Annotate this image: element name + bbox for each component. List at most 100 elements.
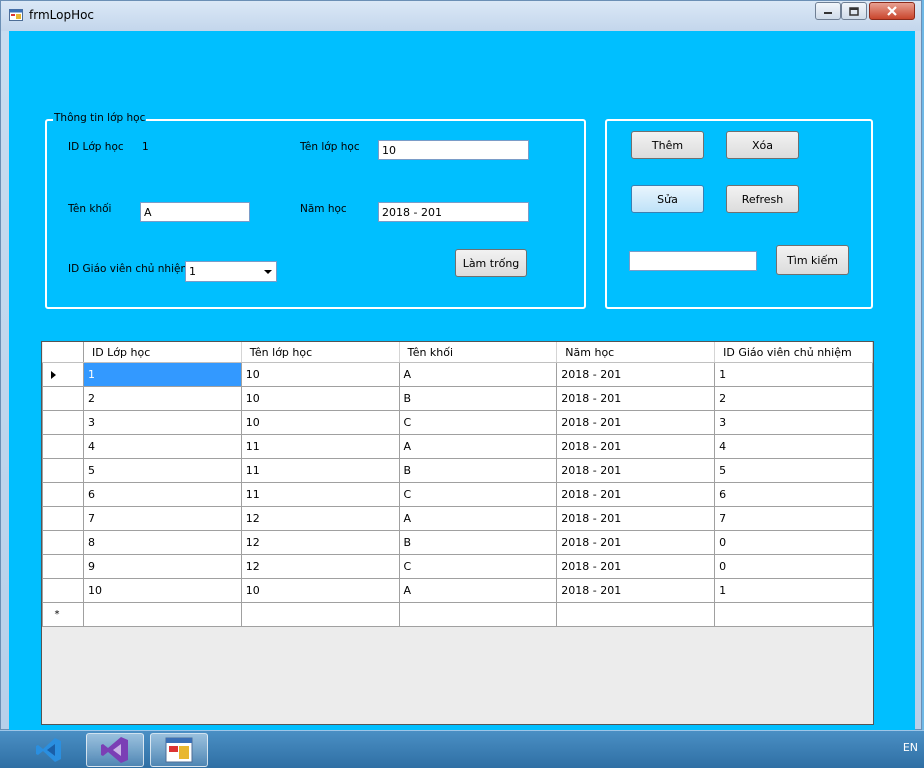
table-cell[interactable] bbox=[240, 602, 400, 627]
table-cell[interactable]: 5 bbox=[714, 458, 873, 483]
table-cell[interactable]: 8 bbox=[82, 530, 242, 555]
table-cell[interactable]: 10 bbox=[240, 362, 400, 387]
table-cell[interactable]: 9 bbox=[82, 554, 242, 579]
column-header[interactable]: ID Giáo viên chủ nhiệm bbox=[714, 342, 873, 363]
row-header[interactable] bbox=[42, 482, 84, 507]
table-cell[interactable]: 2018 - 201 bbox=[556, 530, 716, 555]
table-cell[interactable]: 3 bbox=[714, 410, 873, 435]
taskbar-visual-studio[interactable] bbox=[86, 733, 144, 767]
taskbar-winform-app[interactable] bbox=[150, 733, 208, 767]
table-cell[interactable]: B bbox=[398, 458, 558, 483]
table-cell[interactable]: 2018 - 201 bbox=[556, 362, 716, 387]
table-cell[interactable]: 7 bbox=[714, 506, 873, 531]
column-header[interactable]: Tên lớp học bbox=[241, 342, 400, 363]
row-header[interactable] bbox=[42, 410, 84, 435]
column-header[interactable]: ID Lớp học bbox=[83, 342, 242, 363]
class-name-field[interactable]: 10 bbox=[378, 140, 529, 160]
table-cell[interactable]: 1 bbox=[82, 362, 242, 387]
dropdown-arrow-icon[interactable] bbox=[264, 270, 272, 274]
grade-field[interactable]: A bbox=[140, 202, 250, 222]
table-cell[interactable]: 2 bbox=[714, 386, 873, 411]
table-row[interactable]: 4 11 A 2018 - 201 4 bbox=[42, 434, 873, 459]
homeroom-teacher-combo[interactable]: 1 bbox=[185, 261, 277, 282]
row-header[interactable] bbox=[42, 434, 84, 459]
clear-button[interactable]: Làm trống bbox=[455, 249, 527, 277]
refresh-button[interactable]: Refresh bbox=[726, 185, 799, 213]
table-cell[interactable]: 12 bbox=[240, 506, 400, 531]
table-cell[interactable]: 10 bbox=[240, 410, 400, 435]
table-cell[interactable] bbox=[82, 602, 242, 627]
language-indicator[interactable]: EN bbox=[903, 741, 918, 754]
row-header[interactable] bbox=[42, 386, 84, 411]
table-cell[interactable]: A bbox=[398, 578, 558, 603]
table-cell[interactable]: 10 bbox=[82, 578, 242, 603]
row-header[interactable]: * bbox=[42, 602, 84, 627]
table-cell[interactable]: 11 bbox=[240, 458, 400, 483]
table-cell[interactable]: 2018 - 201 bbox=[556, 434, 716, 459]
title-bar[interactable]: frmLopHoc bbox=[1, 1, 921, 31]
table-cell[interactable]: 11 bbox=[240, 482, 400, 507]
table-row[interactable]: 8 12 B 2018 - 201 0 bbox=[42, 530, 873, 555]
new-row[interactable]: * bbox=[42, 602, 873, 627]
table-cell[interactable]: C bbox=[398, 410, 558, 435]
table-cell[interactable]: B bbox=[398, 530, 558, 555]
table-cell[interactable]: 5 bbox=[82, 458, 242, 483]
class-data-grid[interactable]: ID Lớp học Tên lớp học Tên khối Năm học … bbox=[41, 341, 874, 725]
table-cell[interactable]: 6 bbox=[714, 482, 873, 507]
table-row[interactable]: 6 11 C 2018 - 201 6 bbox=[42, 482, 873, 507]
table-cell[interactable]: 4 bbox=[714, 434, 873, 459]
search-input[interactable] bbox=[629, 251, 757, 271]
table-row[interactable]: 7 12 A 2018 - 201 7 bbox=[42, 506, 873, 531]
row-header[interactable] bbox=[42, 458, 84, 483]
table-cell[interactable]: 0 bbox=[714, 554, 873, 579]
row-header[interactable] bbox=[42, 506, 84, 531]
table-row[interactable]: 2 10 B 2018 - 201 2 bbox=[42, 386, 873, 411]
table-cell[interactable]: 10 bbox=[240, 386, 400, 411]
table-cell[interactable]: 2018 - 201 bbox=[556, 578, 716, 603]
table-cell[interactable]: 2018 - 201 bbox=[556, 458, 716, 483]
table-cell[interactable]: 7 bbox=[82, 506, 242, 531]
table-cell[interactable]: A bbox=[398, 506, 558, 531]
row-header[interactable] bbox=[42, 578, 84, 603]
minimize-button[interactable] bbox=[815, 2, 841, 20]
table-cell[interactable]: A bbox=[398, 362, 558, 387]
table-cell[interactable] bbox=[398, 602, 558, 627]
table-cell[interactable] bbox=[556, 602, 716, 627]
table-cell[interactable]: C bbox=[398, 554, 558, 579]
table-cell[interactable]: 2018 - 201 bbox=[556, 410, 716, 435]
table-row[interactable]: 9 12 C 2018 - 201 0 bbox=[42, 554, 873, 579]
edit-button[interactable]: Sửa bbox=[631, 185, 704, 213]
taskbar-vscode[interactable] bbox=[20, 733, 78, 767]
table-cell[interactable]: A bbox=[398, 434, 558, 459]
table-cell[interactable]: 4 bbox=[82, 434, 242, 459]
table-cell[interactable]: 0 bbox=[714, 530, 873, 555]
table-row[interactable]: 10 10 A 2018 - 201 1 bbox=[42, 578, 873, 603]
table-cell[interactable]: 2 bbox=[82, 386, 242, 411]
maximize-button[interactable] bbox=[841, 2, 867, 20]
table-cell[interactable]: 2018 - 201 bbox=[556, 506, 716, 531]
table-cell[interactable]: 2018 - 201 bbox=[556, 386, 716, 411]
table-cell[interactable]: 6 bbox=[82, 482, 242, 507]
column-header[interactable]: Năm học bbox=[556, 342, 716, 363]
table-cell[interactable]: 10 bbox=[240, 578, 400, 603]
table-cell[interactable]: 2018 - 201 bbox=[556, 554, 716, 579]
table-cell[interactable]: 3 bbox=[82, 410, 242, 435]
table-cell[interactable] bbox=[714, 602, 873, 627]
table-cell[interactable]: 1 bbox=[714, 578, 873, 603]
row-header[interactable] bbox=[42, 530, 84, 555]
add-button[interactable]: Thêm bbox=[631, 131, 704, 159]
row-header[interactable] bbox=[42, 554, 84, 579]
table-row[interactable]: 3 10 C 2018 - 201 3 bbox=[42, 410, 873, 435]
table-cell[interactable]: 12 bbox=[240, 554, 400, 579]
table-cell[interactable]: 1 bbox=[714, 362, 873, 387]
row-header[interactable] bbox=[42, 362, 84, 387]
close-button[interactable] bbox=[869, 2, 915, 20]
table-cell[interactable]: B bbox=[398, 386, 558, 411]
table-cell[interactable]: C bbox=[398, 482, 558, 507]
search-button[interactable]: Tìm kiếm bbox=[776, 245, 849, 275]
table-cell[interactable]: 2018 - 201 bbox=[556, 482, 716, 507]
school-year-field[interactable]: 2018 - 201 bbox=[378, 202, 529, 222]
table-cell[interactable]: 11 bbox=[240, 434, 400, 459]
delete-button[interactable]: Xóa bbox=[726, 131, 799, 159]
table-cell[interactable]: 12 bbox=[240, 530, 400, 555]
